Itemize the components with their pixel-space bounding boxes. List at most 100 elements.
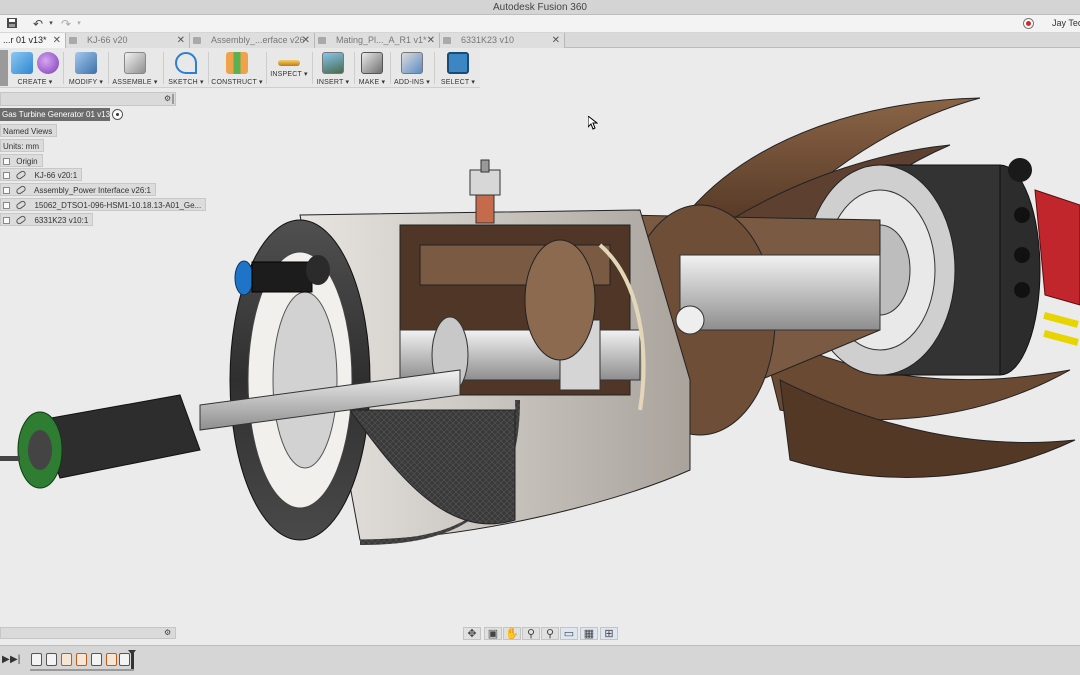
- save-icon[interactable]: [4, 17, 20, 31]
- browser-root-component[interactable]: Gas Turbine Generator 01 v13: [0, 108, 123, 121]
- window-title: Autodesk Fusion 360: [0, 0, 1080, 15]
- timeline-feature-component[interactable]: [31, 653, 42, 666]
- toolbar-divider: [163, 52, 164, 84]
- close-icon[interactable]: ✕: [552, 33, 560, 48]
- browser-folder-named-views[interactable]: Named Views: [0, 124, 58, 137]
- units-label: Units: mm: [3, 142, 39, 151]
- component-label: Assembly_Power Interface v26:1: [34, 186, 151, 195]
- mouse-cursor-icon: [588, 116, 598, 130]
- assemble-menu[interactable]: ASSEMBLE ▾: [110, 50, 160, 86]
- tab-label: KJ-66 v20: [87, 35, 128, 45]
- settings-icon[interactable]: ⚙: [164, 628, 171, 637]
- select-menu[interactable]: SELECT ▾: [438, 50, 478, 86]
- measure-icon: [278, 60, 300, 66]
- browser-panel-header[interactable]: ⚙: [0, 92, 176, 106]
- timeline-feature-joint[interactable]: [106, 653, 117, 666]
- visibility-checkbox[interactable]: [3, 172, 10, 179]
- visibility-checkbox[interactable]: [3, 202, 10, 209]
- box-icon: [11, 52, 33, 74]
- comments-panel-header[interactable]: ⚙: [0, 627, 176, 639]
- activate-icon[interactable]: [112, 109, 123, 120]
- toolbar-divider: [108, 52, 109, 84]
- main-toolbar: CREATE ▾ MODIFY ▾ ASSEMBLE ▾ SKETCH ▾ CO…: [0, 48, 480, 88]
- zoom-window-icon[interactable]: ⚲: [541, 627, 559, 640]
- inspect-menu[interactable]: INSPECT ▾: [268, 50, 310, 86]
- timeline-feature-joint[interactable]: [61, 653, 72, 666]
- pan-icon[interactable]: ✋: [503, 627, 521, 640]
- construct-menu[interactable]: CONSTRUCT ▾: [211, 50, 263, 86]
- modify-menu[interactable]: MODIFY ▾: [66, 50, 106, 86]
- visibility-checkbox[interactable]: [3, 158, 10, 165]
- 3d-print-icon: [361, 52, 383, 74]
- construct-label: CONSTRUCT ▾: [211, 79, 263, 86]
- quick-access-toolbar: ↶ ▾ ↷ ▾ Jay Teder: [0, 15, 1080, 33]
- undo-dropdown-icon[interactable]: ▾: [43, 17, 59, 31]
- zoom-icon[interactable]: ⚲: [522, 627, 540, 640]
- insert-image-icon: [322, 52, 344, 74]
- settings-icon[interactable]: ⚙: [164, 94, 171, 103]
- redo-dropdown-icon[interactable]: ▾: [71, 17, 87, 31]
- visibility-checkbox[interactable]: [3, 217, 10, 224]
- toolbar-divider: [208, 52, 209, 84]
- tab-document-active[interactable]: ...r 01 v13* ✕: [0, 33, 66, 48]
- browser-linked-component[interactable]: Assembly_Power Interface v26:1: [0, 183, 156, 196]
- construct-plane-icon: [226, 52, 248, 74]
- document-icon: [318, 37, 326, 44]
- viewports-icon[interactable]: ⊞: [600, 627, 618, 640]
- timeline-feature-component[interactable]: [46, 653, 57, 666]
- step-end-icon[interactable]: ▶|: [10, 654, 20, 666]
- create-label: CREATE ▾: [17, 79, 53, 86]
- insert-label: INSERT ▾: [316, 79, 350, 86]
- folder-label: Named Views: [3, 127, 53, 136]
- select-cursor-icon: [447, 52, 469, 74]
- assemble-label: ASSEMBLE ▾: [112, 79, 158, 86]
- visibility-checkbox[interactable]: [3, 187, 10, 194]
- close-icon[interactable]: ✕: [53, 33, 61, 48]
- toolbar-divider: [390, 52, 391, 84]
- component-label: KJ-66 v20:1: [34, 171, 78, 180]
- timeline-feature-joint[interactable]: [76, 653, 87, 666]
- workspace-switcher[interactable]: [0, 50, 8, 86]
- browser-units[interactable]: Units: mm: [0, 139, 44, 152]
- addins-label: ADD-INS ▾: [393, 79, 431, 86]
- browser-linked-component[interactable]: 6331K23 v10:1: [0, 213, 94, 226]
- record-icon[interactable]: [1023, 18, 1034, 29]
- tab-label: Assembly_...erface v26: [211, 35, 305, 45]
- close-icon[interactable]: ✕: [177, 33, 185, 48]
- sketch-menu[interactable]: SKETCH ▾: [166, 50, 206, 86]
- model-viewport[interactable]: [0, 88, 1080, 628]
- make-menu[interactable]: MAKE ▾: [356, 50, 388, 86]
- look-at-icon[interactable]: ▣: [484, 627, 502, 640]
- display-settings-icon[interactable]: ▭: [560, 627, 578, 640]
- close-icon[interactable]: ✕: [302, 33, 310, 48]
- link-icon: [15, 184, 28, 196]
- timeline-marker[interactable]: [128, 650, 136, 670]
- user-name[interactable]: Jay Teder: [1052, 18, 1080, 28]
- toolbar-divider: [63, 52, 64, 84]
- close-icon[interactable]: ✕: [427, 33, 435, 48]
- tab-document[interactable]: KJ-66 v20 ✕: [66, 33, 190, 48]
- toolbar-divider: [354, 52, 355, 84]
- tab-document[interactable]: Assembly_...erface v26 ✕: [190, 33, 315, 48]
- browser-folder-origin[interactable]: Origin: [0, 154, 43, 167]
- addins-menu[interactable]: ADD-INS ▾: [393, 50, 431, 86]
- starter-motor[interactable]: [0, 394, 201, 489]
- timeline-feature-component[interactable]: [91, 653, 102, 666]
- root-label: Gas Turbine Generator 01 v13: [2, 110, 111, 119]
- tab-document[interactable]: Mating_Pl..._A_R1 v1* ✕: [315, 33, 440, 48]
- output-wires[interactable]: [1043, 311, 1079, 346]
- browser-linked-component[interactable]: KJ-66 v20:1: [0, 168, 83, 181]
- create-menu[interactable]: CREATE ▾: [10, 50, 60, 86]
- modify-icon: [75, 52, 97, 74]
- orbit-icon[interactable]: ✥: [463, 627, 481, 640]
- connector-plate[interactable]: [1034, 189, 1080, 306]
- insert-menu[interactable]: INSERT ▾: [314, 50, 352, 86]
- tab-document[interactable]: 6331K23 v10 ✕: [440, 33, 565, 48]
- grid-settings-icon[interactable]: ▦: [580, 627, 598, 640]
- browser-linked-component[interactable]: 15062_DTSO1-096-HSM1-10.18.13-A01_Ge...: [0, 198, 207, 211]
- pin-icon[interactable]: [172, 94, 174, 104]
- tab-label: ...r 01 v13*: [3, 35, 47, 45]
- timeline-track: [30, 669, 134, 671]
- tab-label: Mating_Pl..._A_R1 v1*: [336, 35, 427, 45]
- link-icon: [15, 214, 28, 226]
